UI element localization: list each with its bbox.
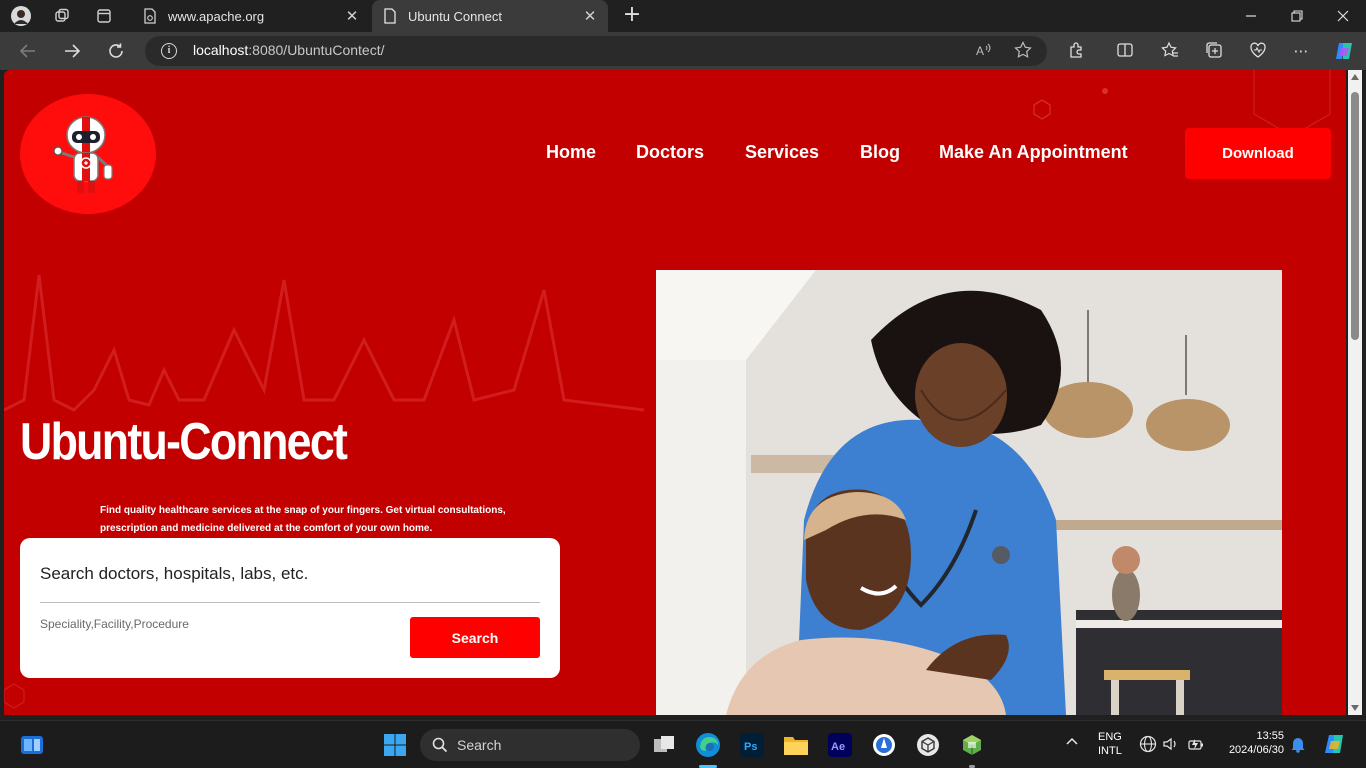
search-card: Search doctors, hospitals, labs, etc. Sp… (20, 538, 560, 678)
url-path: :8080/UbuntuContect/ (248, 42, 385, 58)
refresh-button[interactable] (104, 39, 128, 63)
scrollbar-thumb[interactable] (1351, 92, 1359, 340)
read-aloud-icon[interactable]: A (974, 41, 994, 61)
network-globe-icon[interactable] (1138, 735, 1158, 755)
hero-title: Ubuntu-Connect (20, 413, 348, 471)
nav-doctors[interactable]: Doctors (636, 142, 704, 166)
task-view-icon[interactable] (650, 731, 678, 759)
after-effects-icon[interactable]: Ae (826, 731, 854, 759)
minimize-button[interactable] (1228, 0, 1274, 32)
collections-icon[interactable] (1204, 41, 1224, 61)
scroll-down-icon[interactable] (1351, 705, 1359, 711)
widgets-icon[interactable] (18, 731, 46, 759)
split-screen-icon[interactable] (1115, 41, 1135, 61)
close-window-button[interactable] (1320, 0, 1366, 32)
close-tab-icon[interactable]: ✕ (344, 7, 360, 25)
close-tab-icon[interactable]: ✕ (582, 7, 598, 25)
profile-avatar-icon[interactable] (11, 6, 31, 26)
hero-subtitle: Find quality healthcare services at the … (100, 505, 506, 534)
page-icon (382, 8, 398, 24)
tab-apache[interactable]: www.apache.org ✕ (132, 0, 370, 32)
copilot-icon[interactable] (1333, 40, 1353, 60)
url-text[interactable]: localhost:8080/UbuntuContect/ (193, 42, 384, 58)
download-button[interactable]: Download (1185, 128, 1331, 179)
taskbar-search-label: Search (457, 737, 502, 753)
hero-photo-nurse-and-patient (656, 270, 1282, 715)
start-button-icon[interactable] (381, 731, 409, 759)
back-button[interactable] (16, 39, 40, 63)
app-box-icon[interactable] (958, 731, 986, 759)
language-code: ENG (1098, 731, 1122, 743)
search-button[interactable]: Search (410, 617, 540, 658)
search-input[interactable]: Search doctors, hospitals, labs, etc. (40, 564, 308, 584)
favorite-star-icon[interactable] (1013, 41, 1033, 61)
extensions-icon[interactable] (1067, 41, 1087, 61)
file-explorer-icon[interactable] (782, 731, 810, 759)
show-hidden-icons-chevron-up-icon[interactable] (1062, 735, 1082, 755)
edge-browser-icon[interactable] (694, 731, 722, 759)
browser-toolbar: i localhost:8080/UbuntuContect/ A ⋯ (0, 32, 1366, 70)
svg-text:Ae: Ae (831, 741, 845, 753)
more-menu-icon[interactable]: ⋯ (1291, 41, 1311, 61)
app-compass-icon[interactable] (870, 731, 898, 759)
browser-essentials-icon[interactable] (1248, 41, 1268, 61)
tab-title: Ubuntu Connect (408, 8, 502, 24)
forward-button[interactable] (60, 39, 84, 63)
tab-actions-icon[interactable] (94, 6, 114, 26)
volume-speaker-icon[interactable] (1161, 735, 1181, 755)
address-bar[interactable]: i localhost:8080/UbuntuContect/ A (145, 36, 1047, 66)
scroll-up-icon[interactable] (1351, 74, 1359, 80)
keyboard-layout: INTL (1098, 745, 1122, 757)
url-host: localhost (193, 42, 249, 58)
app-cube-icon[interactable] (914, 731, 942, 759)
browser-tab-strip: www.apache.org ✕ Ubuntu Connect ✕ + (0, 0, 1366, 32)
clock[interactable]: 13:55 2024/06/30 (1222, 730, 1284, 756)
search-icon (432, 737, 448, 753)
site-info-icon[interactable]: i (161, 43, 177, 59)
notification-bell-icon[interactable] (1288, 735, 1308, 755)
clock-time: 13:55 (1256, 730, 1284, 742)
favorites-icon[interactable] (1160, 41, 1180, 61)
tab-ubuntu-connect[interactable]: Ubuntu Connect ✕ (372, 0, 608, 32)
taskbar-search-box[interactable]: Search (420, 729, 640, 761)
robot-doctor-logo-icon (53, 116, 113, 193)
tab-title: www.apache.org (168, 8, 265, 24)
specialty-filter-input[interactable]: Speciality,Facility,Procedure (40, 617, 189, 631)
search-divider (40, 602, 540, 603)
restore-button[interactable] (1274, 0, 1320, 32)
workspaces-icon[interactable] (52, 6, 72, 26)
svg-text:Ps: Ps (744, 741, 757, 753)
site-logo[interactable] (20, 94, 156, 214)
page-favicon-icon (142, 8, 158, 24)
nav-blog[interactable]: Blog (860, 142, 900, 166)
battery-charging-icon[interactable] (1186, 735, 1206, 755)
page-scrollbar[interactable] (1348, 70, 1362, 715)
photoshop-icon[interactable]: Ps (738, 731, 766, 759)
windows-taskbar: Search Ps Ae ENG INTL 13:55 2024/06/30 (0, 720, 1366, 768)
clock-date: 2024/06/30 (1228, 744, 1284, 756)
nav-home[interactable]: Home (546, 142, 596, 166)
new-tab-button[interactable]: + (620, 4, 644, 28)
nav-services[interactable]: Services (745, 142, 819, 166)
svg-text:A: A (976, 44, 984, 58)
web-page: Home Doctors Services Blog Make An Appoi… (4, 70, 1346, 715)
nav-make-appointment[interactable]: Make An Appointment (939, 142, 1128, 166)
input-language[interactable]: ENG INTL (1098, 731, 1122, 757)
copilot-taskbar-icon[interactable] (1322, 732, 1346, 756)
